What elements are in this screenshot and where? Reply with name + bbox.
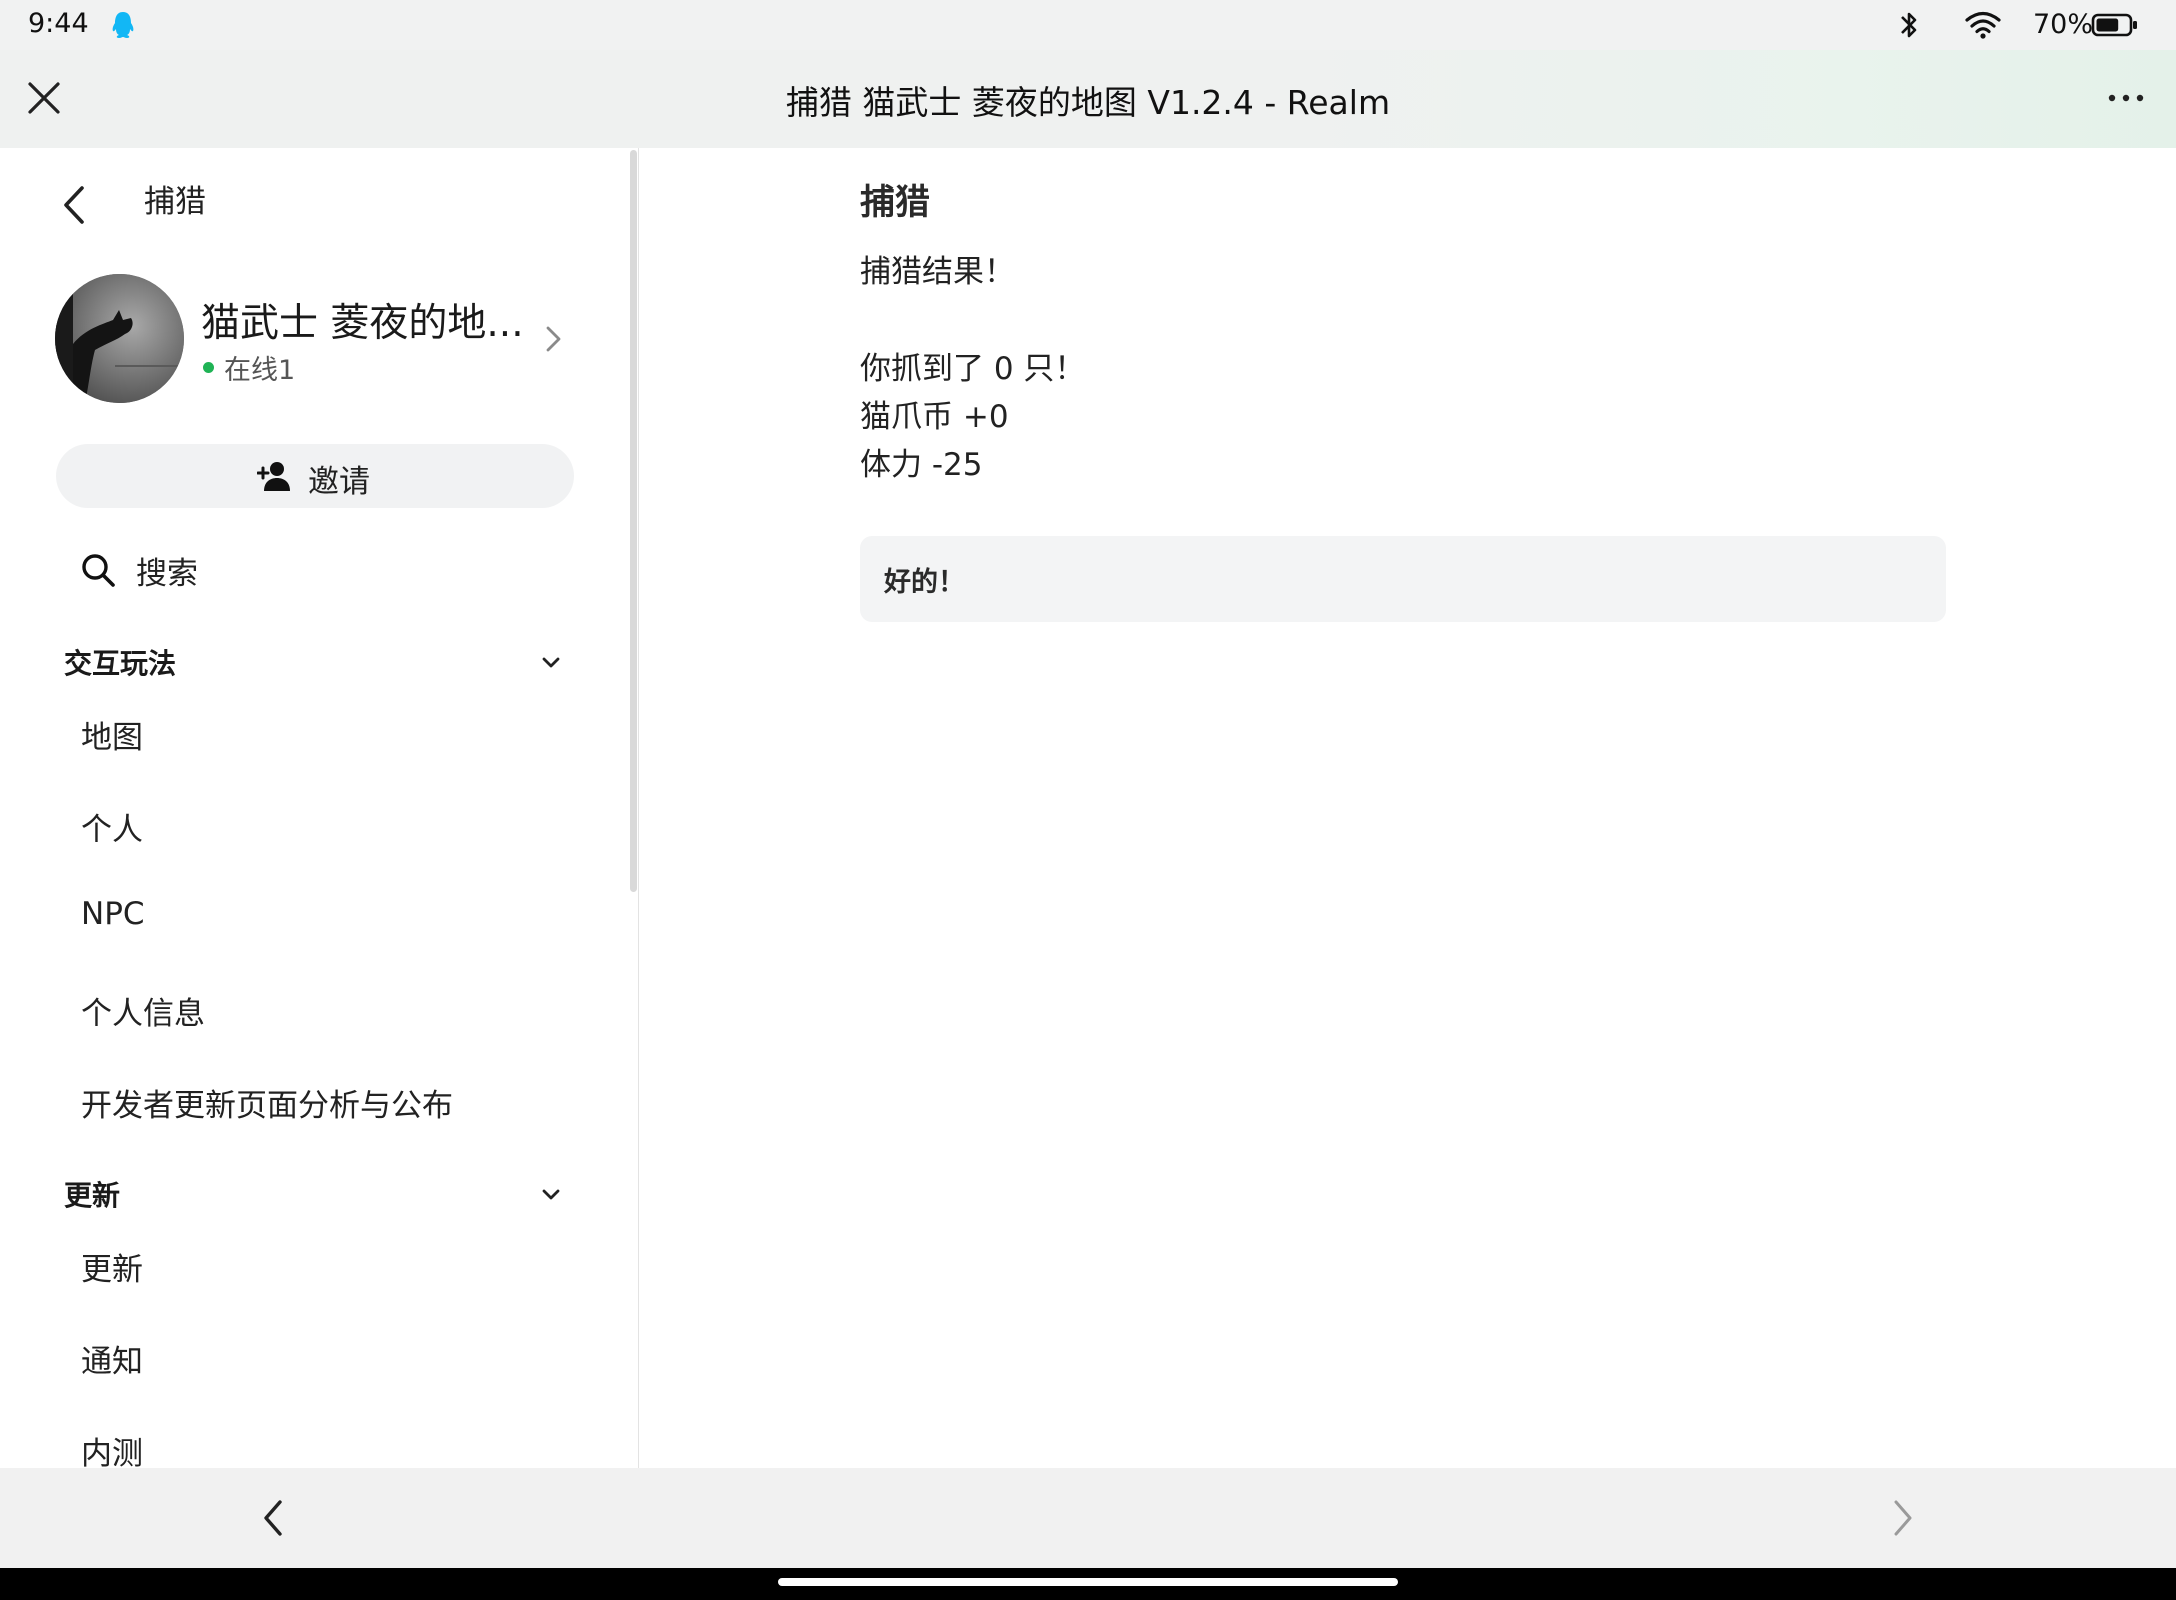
bluetooth-icon [1901, 12, 1917, 38]
more-icon[interactable] [2106, 80, 2146, 116]
invite-button[interactable]: 邀请 [56, 444, 574, 508]
sidebar-item-label: 更新 [81, 1252, 143, 1288]
online-status-dot [203, 362, 214, 373]
battery-percent: 70% [2033, 9, 2094, 40]
message-panel: 捕猎 捕猎结果！ 你抓到了 0 只！ 猫爪币 +0 体力 -25 好的！ [639, 148, 2176, 1468]
sidebar-item-label: 地图 [81, 720, 143, 756]
sidebar-item-notice[interactable]: 通知 [56, 1326, 574, 1386]
sidebar-item-label: NPC [81, 896, 145, 932]
sidebar-item-label: 内测 [81, 1436, 143, 1468]
section-title: 更新 [64, 1179, 121, 1212]
online-count: 在线1 [224, 355, 296, 386]
bottom-nav-bar [0, 1468, 2176, 1568]
qq-icon [112, 12, 134, 38]
sidebar-scrollbar[interactable] [630, 150, 637, 892]
section-header-interactive[interactable]: 交互玩法 [64, 642, 574, 686]
sidebar-item-personal[interactable]: 个人 [56, 794, 574, 854]
sidebar-item-map[interactable]: 地图 [56, 702, 574, 762]
sidebar-item-label: 个人 [81, 812, 143, 848]
search-button[interactable]: 搜索 [56, 536, 574, 600]
back-arrow-icon[interactable] [56, 180, 96, 230]
guild-name: 猫武士 菱夜的地... [201, 301, 524, 346]
chevron-down-icon [542, 1189, 560, 1200]
sidebar-item-npc[interactable]: NPC [56, 886, 574, 946]
sidebar-item-profile[interactable]: 个人信息 [56, 978, 574, 1038]
message-line: 你抓到了 0 只！ [860, 351, 1086, 387]
status-bar: 9:44 70% [0, 0, 2176, 50]
message-line: 体力 -25 [860, 447, 983, 483]
search-icon [82, 554, 115, 587]
cat-silhouette-image [55, 274, 184, 403]
section-title: 交互玩法 [64, 647, 177, 680]
guild-card[interactable]: 猫武士 菱夜的地... 在线1 [55, 274, 575, 404]
sidebar-item-label: 个人信息 [81, 996, 205, 1032]
sidebar-item-dev-updates[interactable]: 开发者更新页面分析与公布 [56, 1070, 574, 1130]
title-bar: 捕猎 猫武士 菱夜的地图 V1.2.4 - Realm [0, 50, 2176, 148]
ok-button[interactable]: 好的！ [860, 536, 1946, 622]
sidebar-item-label: 开发者更新页面分析与公布 [81, 1088, 453, 1124]
sidebar-item-updates[interactable]: 更新 [56, 1234, 574, 1294]
home-indicator[interactable] [778, 1578, 1398, 1586]
add-user-icon [257, 462, 290, 491]
status-time: 9:44 [28, 8, 89, 39]
section-header-updates[interactable]: 更新 [64, 1174, 574, 1218]
chevron-right-icon [546, 326, 561, 352]
sidebar-header-title: 捕猎 [144, 184, 206, 220]
back-icon[interactable] [256, 1496, 292, 1540]
gesture-bar [0, 1568, 2176, 1600]
guild-avatar [55, 274, 184, 403]
page-title: 捕猎 猫武士 菱夜的地图 V1.2.4 - Realm [785, 83, 1391, 122]
message-title: 捕猎 [860, 183, 931, 223]
invite-label: 邀请 [308, 464, 370, 500]
ok-button-label: 好的！ [884, 567, 965, 598]
message-line: 捕猎结果！ [860, 254, 1015, 290]
search-label: 搜索 [136, 556, 198, 592]
chevron-down-icon [542, 657, 560, 668]
sidebar-item-beta[interactable]: 内测 [56, 1418, 574, 1468]
forward-icon[interactable] [1884, 1496, 1920, 1540]
sidebar: 捕猎 猫武士 菱夜的地... 在线1 邀请 搜索 交互玩法 地图 个人 NPC … [0, 148, 638, 1468]
message-line: 猫爪币 +0 [860, 399, 1009, 435]
battery-icon [2091, 13, 2137, 37]
sidebar-item-label: 通知 [81, 1344, 143, 1380]
wifi-icon [1965, 11, 2001, 39]
